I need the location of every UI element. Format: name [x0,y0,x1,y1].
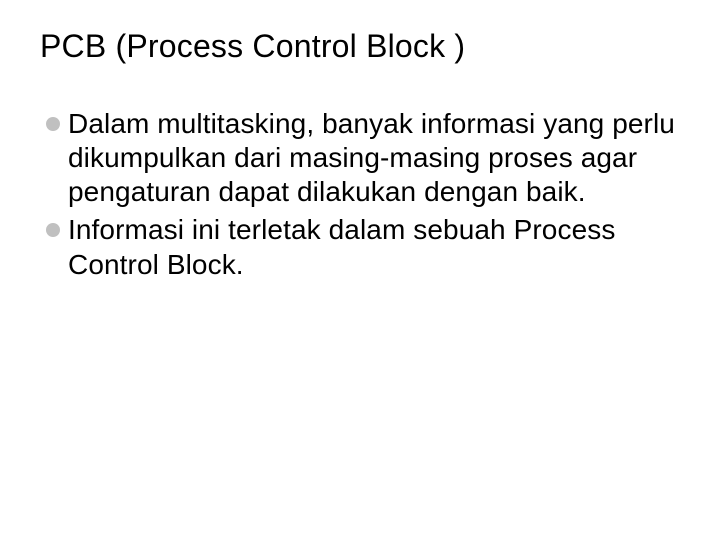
list-item-text: Informasi ini terletak dalam sebuah Proc… [68,213,680,281]
bullet-icon [46,223,60,237]
slide: PCB (Process Control Block ) Dalam multi… [0,0,720,540]
list-item: Dalam multitasking, banyak informasi yan… [46,107,680,209]
list-item-text: Dalam multitasking, banyak informasi yan… [68,107,680,209]
bullet-icon [46,117,60,131]
slide-body: Dalam multitasking, banyak informasi yan… [46,107,680,282]
list-item: Informasi ini terletak dalam sebuah Proc… [46,213,680,281]
slide-title: PCB (Process Control Block ) [40,28,680,65]
